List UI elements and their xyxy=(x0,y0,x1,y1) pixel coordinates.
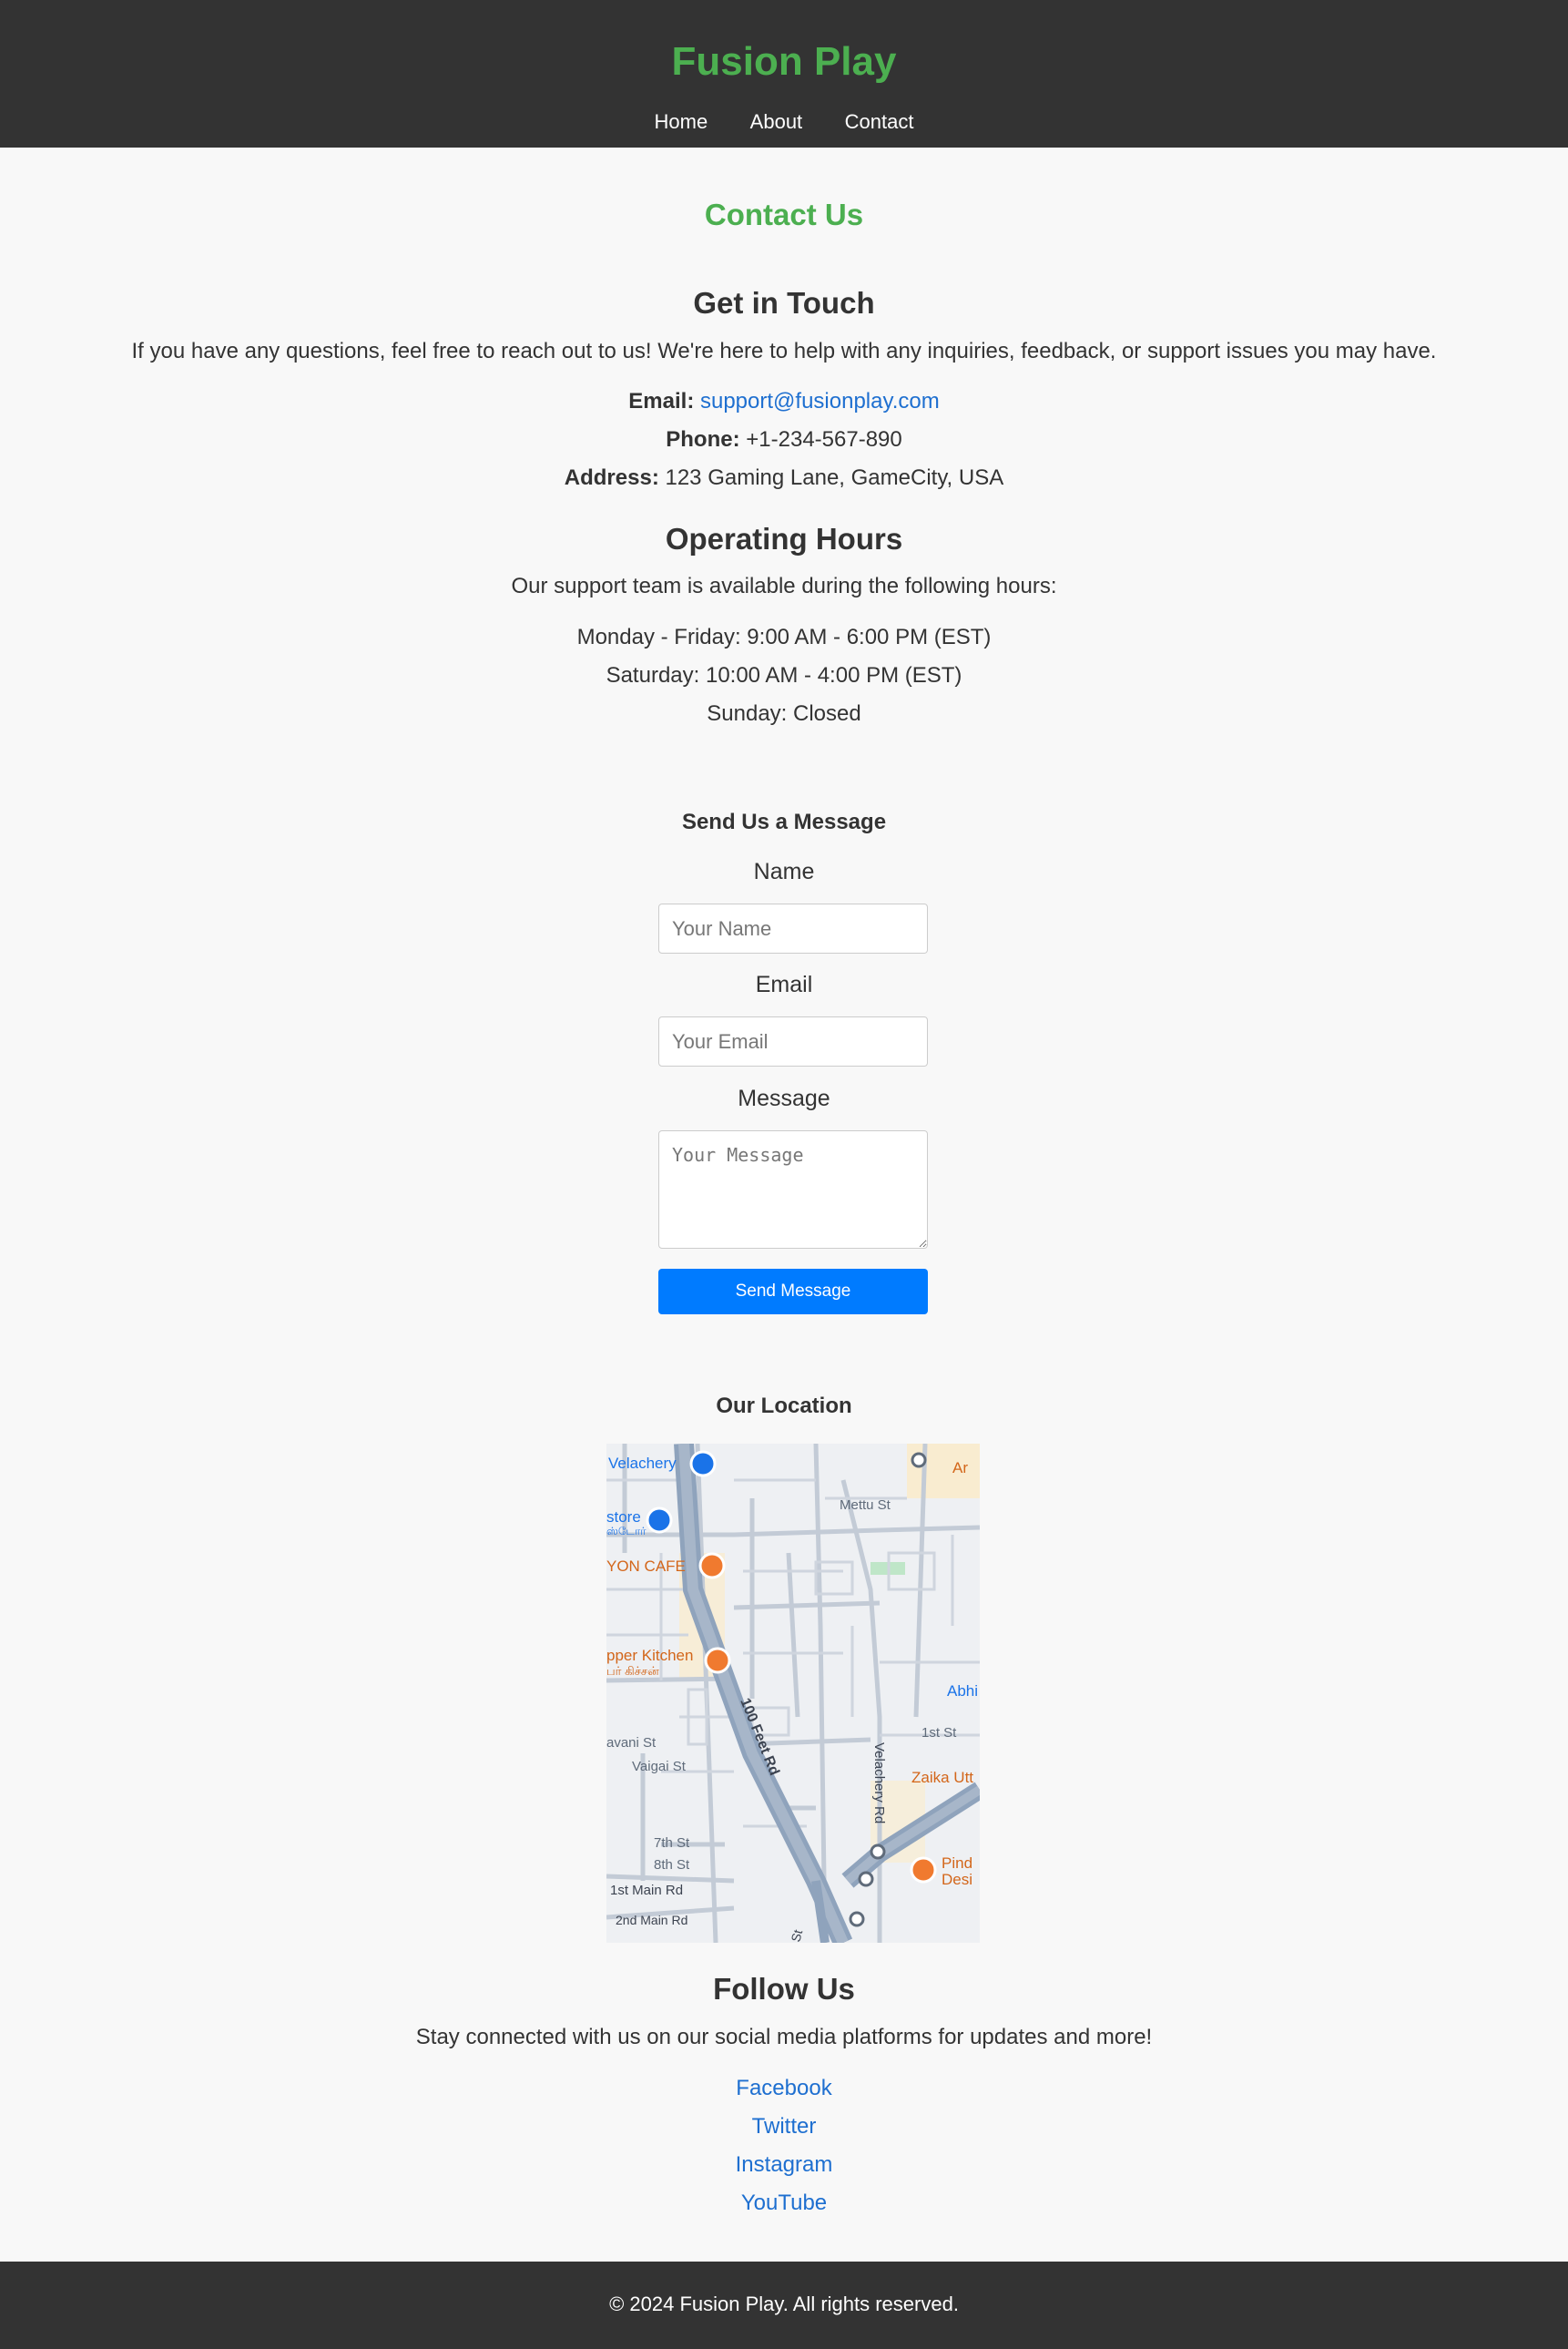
map-label-abhi: Abhi xyxy=(947,1682,978,1700)
site-title: Fusion Play xyxy=(671,39,897,84)
email-input[interactable] xyxy=(658,1016,928,1067)
map-label-seventh: 7th St xyxy=(654,1835,690,1851)
message-textarea[interactable] xyxy=(658,1130,928,1249)
map-label-zaika: Zaika Utt xyxy=(911,1769,973,1786)
operating-hours-heading: Operating Hours xyxy=(665,522,903,556)
map-label-first-main: 1st Main Rd xyxy=(610,1883,683,1898)
map-label-kitchen: pper Kitchen xyxy=(606,1647,693,1664)
hours-intro: Our support team is available during the… xyxy=(511,574,1057,598)
map-label-store-ta: ஸ்டோர் xyxy=(606,1525,647,1537)
follow-us-heading: Follow Us xyxy=(713,1972,855,2006)
map-label-pind: Pind xyxy=(942,1854,972,1872)
map-label-eighth: 8th St xyxy=(654,1857,690,1873)
hours-weekday: Monday - Friday: 9:00 AM - 6:00 PM (EST) xyxy=(576,625,992,649)
send-message-button[interactable]: Send Message xyxy=(658,1269,928,1314)
map-label-velachery-rd: Velachery Rd xyxy=(871,1742,887,1823)
nav-contact[interactable]: Contact xyxy=(845,107,914,137)
location-heading: Our Location xyxy=(716,1394,852,1418)
social-link-youtube-row: YouTube xyxy=(0,2188,1568,2219)
address-line: Address: 123 Gaming Lane, GameCity, USA xyxy=(0,463,1568,494)
get-in-touch-heading: Get in Touch xyxy=(693,286,875,320)
map-label-first-st: 1st St xyxy=(921,1725,957,1741)
phone-label: Phone: xyxy=(666,427,740,452)
phone-line: Phone: +1-234-567-890 xyxy=(0,424,1568,455)
phone-value: +1-234-567-890 xyxy=(746,427,902,452)
email-line: Email: support@fusionplay.com xyxy=(0,386,1568,417)
map-label-second-main: 2nd Main Rd xyxy=(616,1913,687,1927)
map-label-bhavani: avani St xyxy=(606,1735,657,1751)
hours-sunday: Sunday: Closed xyxy=(707,701,861,726)
facebook-link[interactable]: Facebook xyxy=(736,2076,831,2100)
site-footer: © 2024 Fusion Play. All rights reserved. xyxy=(0,2262,1568,2349)
message-label: Message xyxy=(738,1086,830,1111)
social-link-instagram-row: Instagram xyxy=(0,2150,1568,2180)
map-label-mettu: Mettu St xyxy=(840,1497,891,1513)
location-map[interactable]: Velachery store ஸ்டோர் YON CAFE pper Kit… xyxy=(606,1444,980,1943)
address-value: 123 Gaming Lane, GameCity, USA xyxy=(665,465,1004,490)
contact-form-heading: Send Us a Message xyxy=(681,810,887,834)
nav-about[interactable]: About xyxy=(750,107,803,137)
twitter-link[interactable]: Twitter xyxy=(752,2114,817,2139)
social-link-facebook-row: Facebook xyxy=(0,2073,1568,2104)
support-email-link[interactable]: support@fusionplay.com xyxy=(700,389,940,414)
social-link-twitter-row: Twitter xyxy=(0,2111,1568,2142)
email-field-label: Email xyxy=(755,972,813,997)
main-nav: Home About Contact xyxy=(0,107,1568,137)
youtube-link[interactable]: YouTube xyxy=(741,2191,827,2215)
map-label-desi: Desi xyxy=(942,1871,972,1888)
follow-us-intro: Stay connected with us on our social med… xyxy=(415,2025,1153,2049)
hours-saturday: Saturday: 10:00 AM - 4:00 PM (EST) xyxy=(606,663,962,688)
copyright-text: © 2024 Fusion Play. All rights reserved. xyxy=(609,2293,959,2315)
map-label-cafe: YON CAFE xyxy=(606,1557,686,1575)
name-input[interactable] xyxy=(658,904,928,954)
page-title: Contact Us xyxy=(704,198,864,231)
map-label-ar: Ar xyxy=(952,1459,968,1476)
map-label-store: store xyxy=(606,1508,641,1526)
site-header: Fusion Play Home About Contact xyxy=(0,0,1568,148)
map-label-velachery: Velachery xyxy=(608,1455,677,1472)
email-label: Email: xyxy=(628,389,695,414)
get-in-touch-intro: If you have any questions, feel free to … xyxy=(131,339,1437,363)
instagram-link[interactable]: Instagram xyxy=(736,2152,833,2177)
map-label-vaigai: Vaigai St xyxy=(632,1759,687,1774)
nav-home[interactable]: Home xyxy=(655,107,708,137)
name-label: Name xyxy=(753,859,815,884)
map-label-kitchen-ta: பர் கிச்சன் xyxy=(606,1664,659,1678)
address-label: Address: xyxy=(564,465,659,490)
